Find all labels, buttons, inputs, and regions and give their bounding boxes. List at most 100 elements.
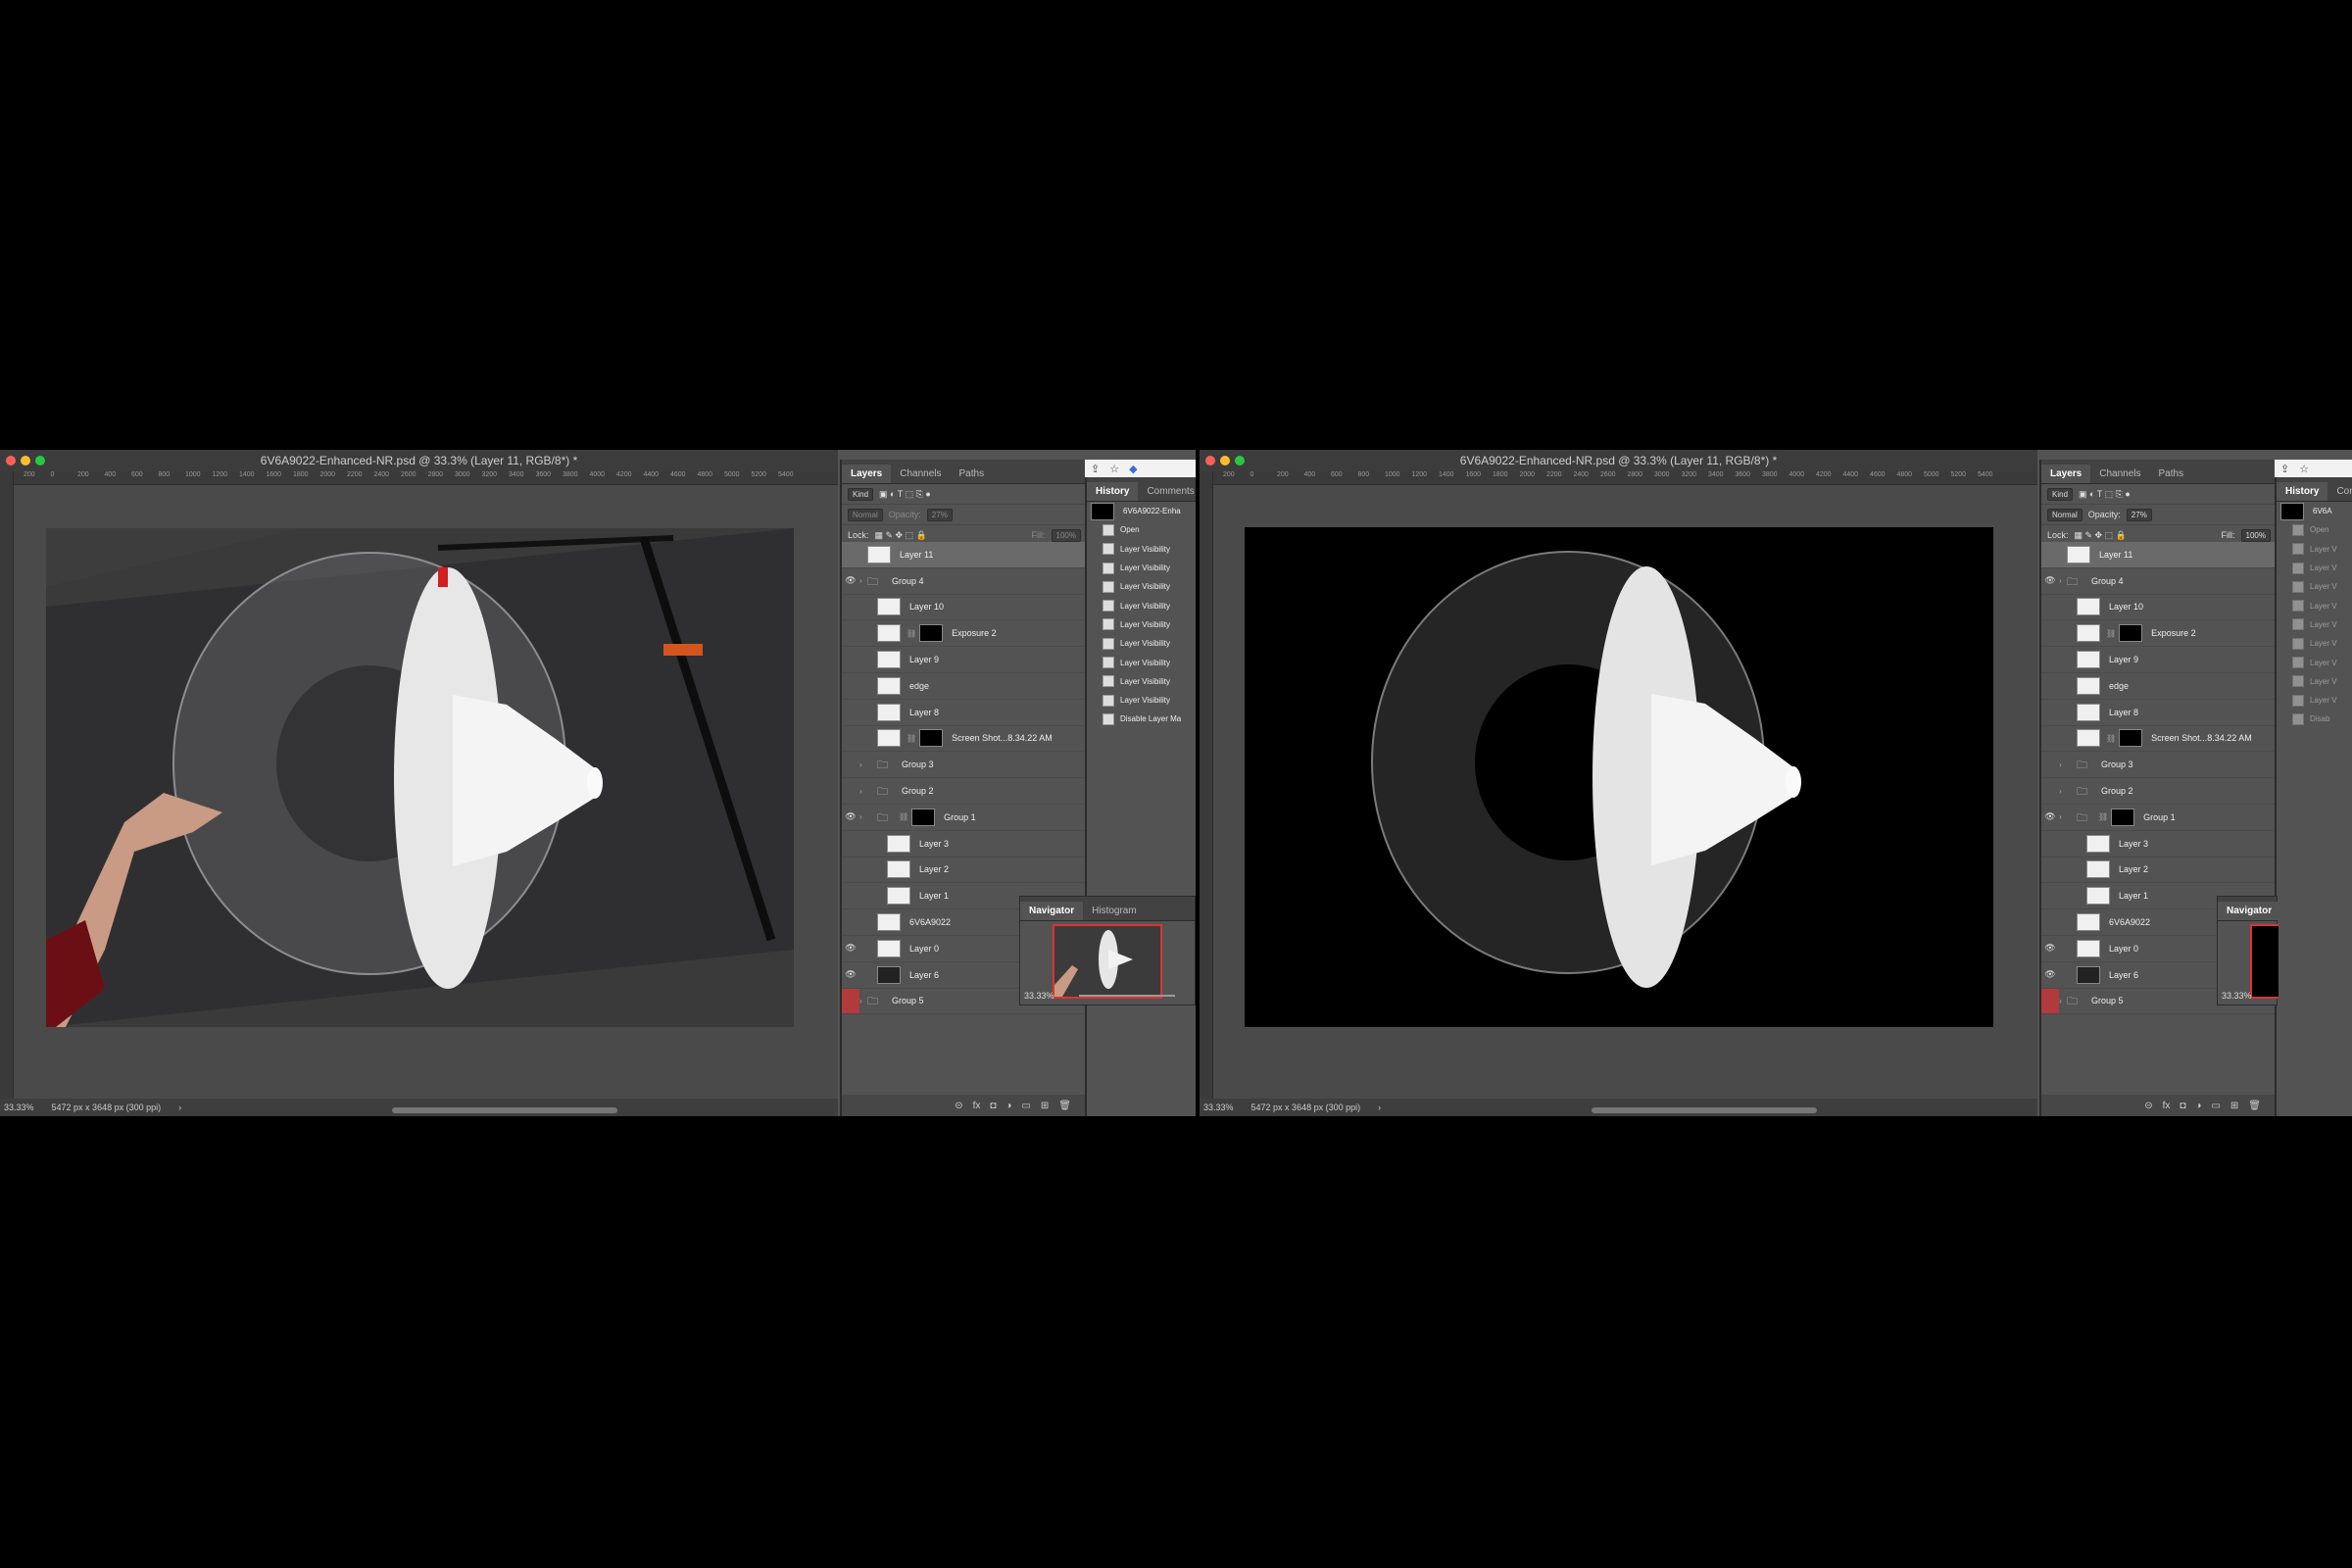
layer-row[interactable]: Layer 10 [2041,595,2277,621]
zoom-level[interactable]: 33.33% [4,1102,34,1112]
chain-link-icon[interactable]: ⛓ [2098,812,2108,821]
layer-row[interactable]: edge [2041,673,2277,700]
tab-history[interactable]: History [1087,482,1139,501]
layer-row[interactable]: Layer 9 [2041,647,2277,673]
visibility-eye-icon[interactable]: 👁 [2041,811,2059,822]
history-item[interactable]: Layer Visibility [1087,615,1196,634]
blend-mode-select[interactable]: Normal [848,508,883,521]
navigator-zoom-slider[interactable] [1079,995,1175,997]
navigator-preview[interactable] [2250,924,2278,999]
history-snapshot[interactable]: 6V6A9022-Enha [1087,502,1196,520]
history-item[interactable]: Layer Visibility [1087,577,1196,596]
tab-comm[interactable]: Comm [2328,482,2352,501]
layer-row[interactable]: Layer 8 [2041,700,2277,726]
chain-link-icon[interactable]: ⛓ [906,629,916,638]
canvas-area[interactable] [1213,485,2037,1099]
visibility-eye-icon[interactable]: 👁 [2041,575,2059,586]
expand-chevron-icon[interactable]: › [2059,576,2067,585]
expand-chevron-icon[interactable]: › [859,760,877,769]
opacity-field[interactable]: 27% [2126,508,2152,521]
visibility-eye-icon[interactable]: 👁 [842,811,859,822]
link-layers-icon[interactable]: ⊝ [2144,1101,2152,1111]
history-item[interactable]: Layer V [2277,596,2352,614]
history-item[interactable]: Layer V [2277,540,2352,559]
status-arrow[interactable]: › [1378,1102,1381,1112]
layer-mask-thumbnail[interactable] [2119,624,2143,643]
layer-row[interactable]: › 🗀 Group 3 [842,752,1087,779]
visibility-eye-icon[interactable]: 👁 [842,943,859,954]
layer-row[interactable]: 👁 › 🗀 Group 4 [842,568,1087,595]
history-item[interactable]: Layer V [2277,672,2352,691]
chain-link-icon[interactable]: ⛓ [2106,734,2116,743]
history-item[interactable]: Layer V [2277,559,2352,577]
history-item[interactable]: Disable Layer Ma [1087,710,1196,728]
expand-chevron-icon[interactable]: › [859,812,877,821]
adjustment-icon[interactable]: ◑ [1005,1101,1011,1111]
history-item[interactable]: Disab [2277,710,2352,728]
document-info[interactable]: 5472 px x 3648 px (300 ppi) [1251,1102,1361,1112]
new-layer-icon[interactable]: ⊞ [2230,1101,2238,1111]
expand-chevron-icon[interactable]: › [859,787,877,796]
history-item[interactable]: Layer Visibility [1087,559,1196,577]
tab-layers[interactable]: Layers [2041,465,2091,483]
fill-field[interactable]: 100% [1051,528,1081,542]
layer-row[interactable]: 👁 › 🗀 ⛓ Group 1 [842,805,1087,831]
tab-history[interactable]: History [2277,482,2328,501]
layer-row[interactable]: 👁 › 🗀 ⛓ Group 1 [2041,805,2277,831]
link-layers-icon[interactable]: ⊝ [955,1101,962,1111]
tab-layers[interactable]: Layers [842,465,892,483]
layer-row[interactable]: Layer 8 [842,700,1087,726]
blend-mode-select[interactable]: Normal [2047,508,2082,521]
expand-chevron-icon[interactable]: › [2059,787,2077,796]
layer-mask-thumbnail[interactable] [911,808,936,826]
visibility-eye-icon[interactable]: 👁 [2041,969,2059,980]
layer-row[interactable]: Layer 3 [2041,831,2277,858]
trash-icon[interactable]: 🗑 [2248,1101,2261,1111]
add-mask-icon[interactable]: ◘ [2180,1101,2185,1111]
filter-icons[interactable]: ▣ ◐ T ⬚ ⎘ ● [2079,489,2131,500]
zoom-level[interactable]: 33.33% [1203,1102,1234,1112]
expand-chevron-icon[interactable]: › [859,997,867,1005]
history-item[interactable]: Layer Visibility [1087,596,1196,614]
filter-icons[interactable]: ▣ ◐ T ⬚ ⎘ ● [879,489,931,500]
add-mask-icon[interactable]: ◘ [990,1101,996,1111]
history-item[interactable]: Layer V [2277,653,2352,671]
fx-icon[interactable]: fx [973,1101,981,1111]
tab-comments[interactable]: Comments [1138,482,1196,501]
tab-channels[interactable]: Channels [2090,465,2149,483]
history-item[interactable]: Layer Visibility [1087,672,1196,691]
status-arrow[interactable]: › [178,1102,181,1112]
document-info[interactable]: 5472 px x 3648 px (300 ppi) [52,1102,162,1112]
history-item[interactable]: Layer Visibility [1087,540,1196,559]
lock-icons[interactable]: ▦ ✎ ✥ ⬚ 🔒 [2075,530,2127,541]
layer-row[interactable]: ⛓ Screen Shot...8.34.22 AM [842,726,1087,753]
layer-row[interactable]: Layer 10 [842,595,1087,621]
extension-icon[interactable]: ◆ [1129,463,1137,475]
history-item[interactable]: Layer V [2277,615,2352,634]
fill-field[interactable]: 100% [2240,528,2271,542]
history-item[interactable]: Layer V [2277,577,2352,596]
expand-chevron-icon[interactable]: › [2059,997,2067,1005]
history-item[interactable]: Open [2277,520,2352,539]
canvas-area[interactable] [14,485,838,1099]
history-item[interactable]: Layer V [2277,634,2352,653]
history-item[interactable]: Layer Visibility [1087,691,1196,710]
visibility-eye-icon[interactable] [842,988,859,1014]
horizontal-scrollbar[interactable] [1592,1107,1817,1113]
layer-mask-thumbnail[interactable] [2119,729,2143,748]
layer-row[interactable]: ⛓ Exposure 2 [2041,620,2277,648]
expand-chevron-icon[interactable]: › [859,576,867,585]
layer-row[interactable]: Layer 3 [842,831,1087,858]
share-icon[interactable]: ⇪ [1091,463,1100,475]
layer-row[interactable]: edge [842,673,1087,700]
history-snapshot[interactable]: 6V6A [2277,502,2352,520]
chain-link-icon[interactable]: ⛓ [906,734,916,743]
visibility-eye-icon[interactable]: 👁 [842,575,859,586]
horizontal-scrollbar[interactable] [392,1107,617,1113]
layer-row[interactable]: › 🗀 Group 2 [2041,778,2277,805]
layer-row[interactable]: › 🗀 Group 3 [2041,752,2277,779]
kind-filter[interactable]: Kind [848,487,874,501]
history-item[interactable]: Layer V [2277,691,2352,710]
chain-link-icon[interactable]: ⛓ [2106,629,2116,638]
tab-paths[interactable]: Paths [2150,465,2193,483]
